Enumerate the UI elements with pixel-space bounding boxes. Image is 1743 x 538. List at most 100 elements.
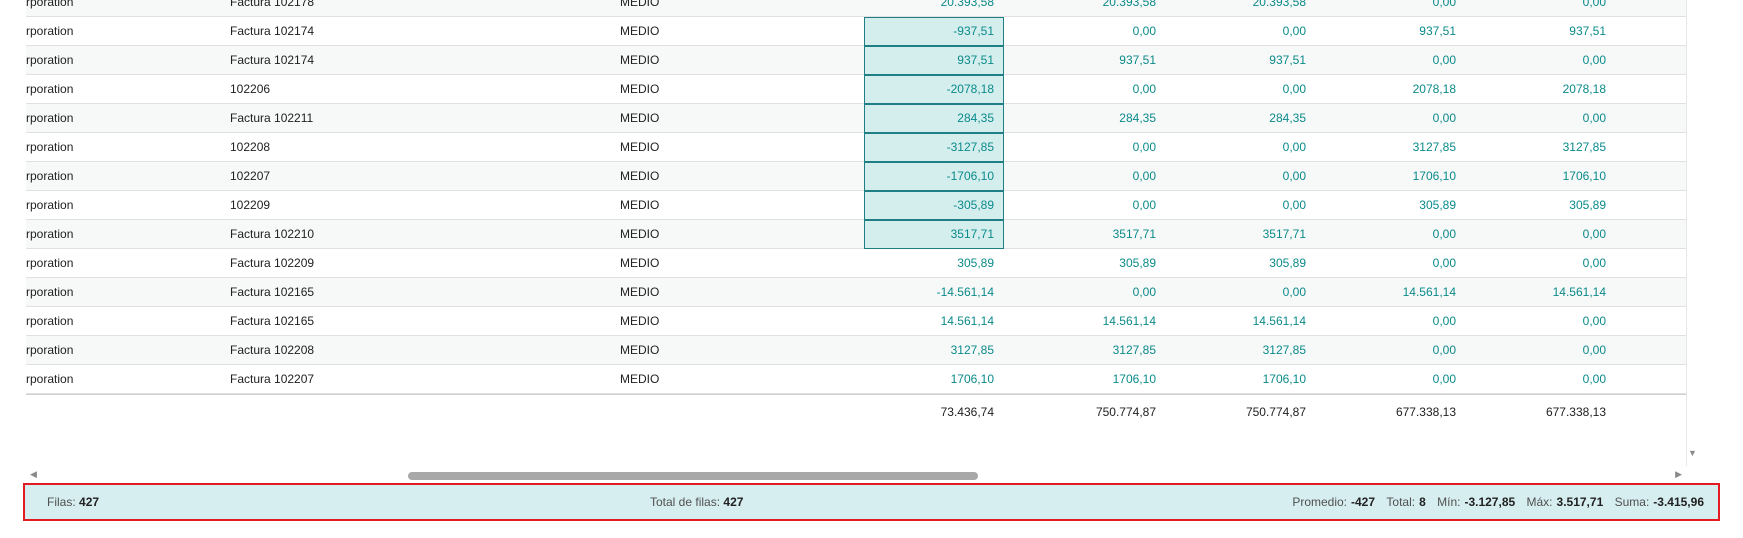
table-row[interactable]: rporation Factura 102178 MEDIO 20.393,58 20.… [26,0,1686,17]
customer-name-cell[interactable]: rporation [26,278,216,306]
table-row[interactable]: rporation 102206 MEDIO -2078,18 0,00 0,00 2078… [26,75,1686,104]
customer-name-cell[interactable]: rporation [26,46,216,74]
debit-lcy-cell[interactable]: 0,00 [1166,133,1306,161]
amount-cell[interactable]: -14.561,14 [864,278,1004,307]
level-cell[interactable]: MEDIO [620,365,780,393]
debit-lcy-cell[interactable]: 0,00 [1166,191,1306,219]
debit-cell[interactable]: 0,00 [1016,133,1156,161]
credit-cell[interactable]: 14.561,14 [1316,278,1456,306]
debit-lcy-cell[interactable]: 937,51 [1166,46,1306,74]
scroll-down-arrow-icon[interactable]: ▼ [1688,448,1697,458]
customer-name-cell[interactable]: rporation [26,336,216,364]
table-row[interactable]: rporation 102209 MEDIO -305,89 0,00 0,00 305,8… [26,191,1686,220]
amount-cell[interactable]: 1706,10 [864,365,1004,394]
debit-cell[interactable]: 3127,85 [1016,336,1156,364]
customer-name-cell[interactable]: rporation [26,17,216,45]
credit-cell[interactable]: 0,00 [1316,0,1456,16]
debit-cell[interactable]: 3517,71 [1016,220,1156,248]
scroll-left-arrow-icon[interactable]: ◀ [30,467,37,481]
debit-lcy-cell[interactable]: 20.393,58 [1166,0,1306,16]
amount-cell[interactable]: -2078,18 [864,75,1004,104]
credit-cell[interactable]: 0,00 [1316,220,1456,248]
customer-name-cell[interactable]: rporation [26,104,216,132]
level-cell[interactable]: MEDIO [620,336,780,364]
credit-lcy-cell[interactable]: 0,00 [1466,307,1606,335]
credit-lcy-cell[interactable]: 0,00 [1466,365,1606,393]
debit-cell[interactable]: 14.561,14 [1016,307,1156,335]
level-cell[interactable]: MEDIO [620,17,780,45]
debit-cell[interactable]: 937,51 [1016,46,1156,74]
table-row[interactable]: rporation Factura 102207 MEDIO 1706,10 1706,… [26,365,1686,394]
document-no-cell[interactable]: 102206 [230,75,530,103]
horizontal-scrollbar[interactable]: ◀ ▶ [26,467,1686,481]
level-cell[interactable]: MEDIO [620,249,780,277]
document-no-cell[interactable]: Factura 102174 [230,46,530,74]
amount-cell[interactable]: -1706,10 [864,162,1004,191]
debit-lcy-cell[interactable]: 0,00 [1166,278,1306,306]
debit-cell[interactable]: 0,00 [1016,278,1156,306]
debit-cell[interactable]: 284,35 [1016,104,1156,132]
customer-name-cell[interactable]: rporation [26,365,216,393]
customer-name-cell[interactable]: rporation [26,75,216,103]
scrollbar-track[interactable] [42,467,1670,481]
debit-cell[interactable]: 0,00 [1016,75,1156,103]
credit-cell[interactable]: 3127,85 [1316,133,1456,161]
credit-lcy-cell[interactable]: 14.561,14 [1466,278,1606,306]
customer-name-cell[interactable]: rporation [26,220,216,248]
debit-lcy-cell[interactable]: 305,89 [1166,249,1306,277]
level-cell[interactable]: MEDIO [620,104,780,132]
debit-cell[interactable]: 0,00 [1016,191,1156,219]
table-row[interactable]: rporation Factura 102211 MEDIO 284,35 284,35… [26,104,1686,133]
scrollbar-thumb[interactable] [408,472,978,480]
credit-cell[interactable]: 1706,10 [1316,162,1456,190]
debit-cell[interactable]: 20.393,58 [1016,0,1156,16]
credit-lcy-cell[interactable]: 3127,85 [1466,133,1606,161]
debit-lcy-cell[interactable]: 0,00 [1166,75,1306,103]
credit-cell[interactable]: 0,00 [1316,336,1456,364]
document-no-cell[interactable]: Factura 102207 [230,365,530,393]
credit-lcy-cell[interactable]: 0,00 [1466,46,1606,74]
table-row[interactable]: rporation Factura 102174 MEDIO 937,51 937,51… [26,46,1686,75]
customer-name-cell[interactable]: rporation [26,133,216,161]
credit-lcy-cell[interactable]: 0,00 [1466,220,1606,248]
document-no-cell[interactable]: Factura 102211 [230,104,530,132]
debit-cell[interactable]: 305,89 [1016,249,1156,277]
amount-cell[interactable]: 937,51 [864,46,1004,75]
document-no-cell[interactable]: Factura 102174 [230,17,530,45]
customer-name-cell[interactable]: rporation [26,249,216,277]
customer-name-cell[interactable]: rporation [26,0,216,16]
table-row[interactable]: rporation Factura 102210 MEDIO 3517,71 3517,… [26,220,1686,249]
debit-cell[interactable]: 0,00 [1016,17,1156,45]
customer-name-cell[interactable]: rporation [26,307,216,335]
customer-name-cell[interactable]: rporation [26,191,216,219]
debit-cell[interactable]: 1706,10 [1016,365,1156,393]
document-no-cell[interactable]: Factura 102208 [230,336,530,364]
level-cell[interactable]: MEDIO [620,220,780,248]
table-row[interactable]: rporation 102207 MEDIO -1706,10 0,00 0,00 1706… [26,162,1686,191]
amount-cell[interactable]: 284,35 [864,104,1004,133]
debit-lcy-cell[interactable]: 3517,71 [1166,220,1306,248]
debit-lcy-cell[interactable]: 14.561,14 [1166,307,1306,335]
credit-cell[interactable]: 0,00 [1316,365,1456,393]
document-no-cell[interactable]: Factura 102178 [230,0,530,16]
debit-lcy-cell[interactable]: 1706,10 [1166,365,1306,393]
customer-name-cell[interactable]: rporation [26,162,216,190]
table-row[interactable]: rporation Factura 102165 MEDIO -14.561,14 0,… [26,278,1686,307]
credit-cell[interactable]: 0,00 [1316,104,1456,132]
credit-cell[interactable]: 937,51 [1316,17,1456,45]
credit-lcy-cell[interactable]: 305,89 [1466,191,1606,219]
table-row[interactable]: rporation Factura 102174 MEDIO -937,51 0,00 0… [26,17,1686,46]
level-cell[interactable]: MEDIO [620,307,780,335]
level-cell[interactable]: MEDIO [620,191,780,219]
credit-lcy-cell[interactable]: 2078,18 [1466,75,1606,103]
amount-cell[interactable]: 3127,85 [864,336,1004,365]
amount-cell[interactable]: -305,89 [864,191,1004,220]
credit-lcy-cell[interactable]: 0,00 [1466,104,1606,132]
credit-cell[interactable]: 0,00 [1316,46,1456,74]
document-no-cell[interactable]: 102208 [230,133,530,161]
credit-cell[interactable]: 305,89 [1316,191,1456,219]
amount-cell[interactable]: -937,51 [864,17,1004,46]
level-cell[interactable]: MEDIO [620,75,780,103]
document-no-cell[interactable]: Factura 102165 [230,307,530,335]
vertical-scrollbar[interactable] [1686,0,1707,466]
